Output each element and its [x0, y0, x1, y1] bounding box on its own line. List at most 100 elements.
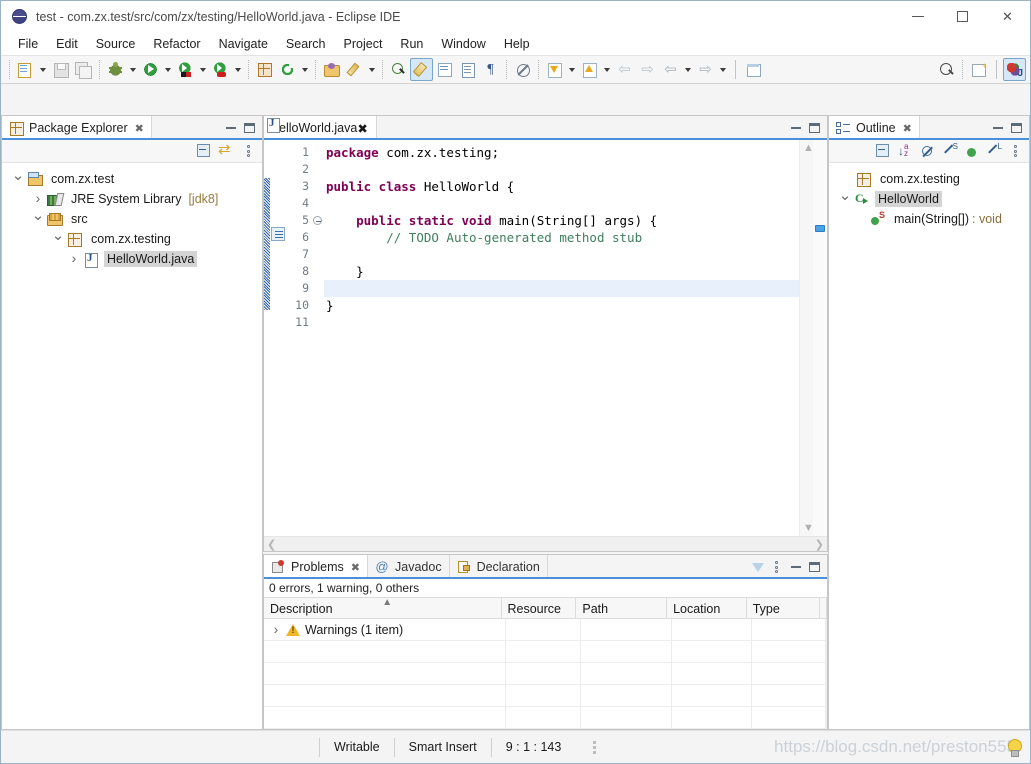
column-header-path[interactable]: Path	[576, 598, 668, 618]
editor-vertical-scrollbar[interactable]: ▲ ▼	[799, 140, 814, 536]
code-text-area[interactable]: package com.zx.testing; public class Hel…	[324, 140, 799, 536]
tab-helloworld-java[interactable]: HelloWorld.java ✖	[264, 116, 827, 140]
tab-package-explorer[interactable]: Package Explorer ✖	[2, 116, 262, 140]
table-row-empty[interactable]	[264, 640, 827, 663]
minimize-button[interactable]	[895, 1, 940, 32]
view-menu-button[interactable]	[768, 558, 785, 576]
open-perspective-button[interactable]	[967, 58, 990, 81]
twisty-icon[interactable]	[66, 248, 82, 270]
coverage-button[interactable]	[174, 58, 197, 81]
run-external-tools-dropdown[interactable]	[232, 59, 244, 81]
package-explorer-tree[interactable]: com.zx.test JRE System Library [jdk8] sr…	[2, 163, 262, 729]
collapse-all-button[interactable]	[875, 142, 892, 160]
twisty-icon[interactable]	[837, 189, 853, 210]
back-button[interactable]: ⇦	[659, 58, 682, 81]
scroll-left-icon[interactable]: ❮	[267, 538, 276, 551]
maximize-view-button[interactable]	[806, 558, 823, 576]
next-annotation-dropdown[interactable]	[566, 59, 578, 81]
folding-ruler[interactable]	[312, 140, 324, 536]
view-menu-button[interactable]	[1007, 142, 1024, 160]
column-header-resource[interactable]: Resource	[502, 598, 577, 618]
forward-dropdown[interactable]	[717, 59, 729, 81]
previous-annotation-dropdown[interactable]	[601, 59, 613, 81]
tab-declaration[interactable]: Declaration	[449, 555, 548, 579]
outline-tree[interactable]: com.zx.testing HelloWorld main(String[])…	[829, 163, 1029, 729]
twisty-icon[interactable]	[50, 229, 66, 250]
table-row[interactable]: Warnings (1 item)	[264, 618, 827, 641]
maximize-button[interactable]	[940, 1, 985, 32]
code-editor[interactable]: 1 2 3 4 5 6 7 8 9 10 11 package com.zx.t…	[264, 140, 827, 536]
new-wizard-button[interactable]	[14, 58, 37, 81]
skip-all-breakpoints-button[interactable]	[511, 58, 534, 81]
close-icon[interactable]: ✖	[357, 121, 367, 136]
new-java-class-dropdown[interactable]	[299, 59, 311, 81]
new-window-button[interactable]	[742, 58, 765, 81]
menu-source[interactable]: Source	[87, 35, 145, 53]
outline-item-package[interactable]: com.zx.testing	[829, 169, 1029, 189]
new-java-package-button[interactable]	[253, 58, 276, 81]
menu-file[interactable]: File	[9, 35, 47, 53]
menu-refactor[interactable]: Refactor	[144, 35, 209, 53]
java-perspective-button[interactable]	[1003, 58, 1026, 81]
menu-run[interactable]: Run	[391, 35, 432, 53]
outline-item-method[interactable]: main(String[]) : void	[829, 209, 1029, 229]
tab-outline[interactable]: Outline ✖	[829, 116, 1029, 140]
tab-problems[interactable]: Problems ✖	[264, 555, 827, 579]
column-header-location[interactable]: Location	[667, 598, 747, 618]
tab-javadoc[interactable]: @ Javadoc	[368, 555, 450, 579]
sort-button[interactable]: ↓ a z	[897, 142, 914, 160]
column-header-type[interactable]: Type	[747, 598, 820, 618]
menu-edit[interactable]: Edit	[47, 35, 87, 53]
twisty-icon[interactable]	[10, 169, 26, 190]
maximize-view-button[interactable]	[241, 119, 258, 137]
tree-item-src[interactable]: src	[2, 209, 262, 229]
quick-access-button[interactable]	[935, 58, 958, 81]
column-header-description[interactable]: ▲ Description	[264, 598, 502, 618]
new-java-class-button[interactable]	[276, 58, 299, 81]
debug-button[interactable]	[104, 58, 127, 81]
twisty-icon[interactable]	[268, 619, 284, 641]
table-row-empty[interactable]	[264, 706, 827, 729]
overview-ruler[interactable]	[813, 140, 827, 536]
close-button[interactable]: ✕	[985, 1, 1030, 32]
save-all-button[interactable]	[72, 58, 95, 81]
last-edit-location-button[interactable]: ⇦	[613, 58, 636, 81]
minimize-view-button[interactable]	[787, 558, 804, 576]
tree-item-package[interactable]: com.zx.testing	[2, 229, 262, 249]
forward-edit-button[interactable]: ⇨	[636, 58, 659, 81]
previous-annotation-button[interactable]	[578, 58, 601, 81]
maximize-view-button[interactable]	[1008, 119, 1025, 137]
forward-button[interactable]: ⇨	[694, 58, 717, 81]
open-task-button[interactable]	[343, 58, 366, 81]
maximize-editor-button[interactable]	[806, 119, 823, 137]
fold-collapse-icon[interactable]	[313, 216, 322, 225]
annotation-ruler[interactable]	[270, 140, 286, 536]
back-dropdown[interactable]	[682, 59, 694, 81]
save-button[interactable]	[49, 58, 72, 81]
hide-static-button[interactable]: S	[941, 142, 958, 160]
toggle-block-selection-button[interactable]	[456, 58, 479, 81]
run-dropdown[interactable]	[162, 59, 174, 81]
lightbulb-icon[interactable]	[1006, 739, 1022, 757]
editor-horizontal-scrollbar[interactable]: ❮ ❯	[264, 536, 827, 551]
minimize-editor-button[interactable]	[787, 119, 804, 137]
run-external-tools-button[interactable]	[209, 58, 232, 81]
hide-nonpublic-button[interactable]	[963, 142, 980, 160]
run-button[interactable]	[139, 58, 162, 81]
minimize-view-button[interactable]	[222, 119, 239, 137]
minimize-view-button[interactable]	[989, 119, 1006, 137]
todo-task-marker-icon[interactable]	[271, 227, 285, 241]
tree-item-jre-library[interactable]: JRE System Library [jdk8]	[2, 189, 262, 209]
debug-dropdown[interactable]	[127, 59, 139, 81]
show-whitespace-button[interactable]: ¶	[479, 58, 502, 81]
open-editor-button[interactable]	[433, 58, 456, 81]
close-icon[interactable]: ✖	[351, 561, 360, 574]
problems-table[interactable]: ▲ Description Resource Path Location Typ…	[264, 597, 827, 729]
close-icon[interactable]: ✖	[135, 122, 144, 135]
link-with-editor-button[interactable]	[218, 140, 235, 160]
close-icon[interactable]: ✖	[903, 122, 912, 135]
menu-navigate[interactable]: Navigate	[210, 35, 277, 53]
toggle-mark-occurrences-button[interactable]	[410, 58, 433, 81]
search-button[interactable]	[387, 58, 410, 81]
collapse-all-button[interactable]	[196, 142, 213, 160]
